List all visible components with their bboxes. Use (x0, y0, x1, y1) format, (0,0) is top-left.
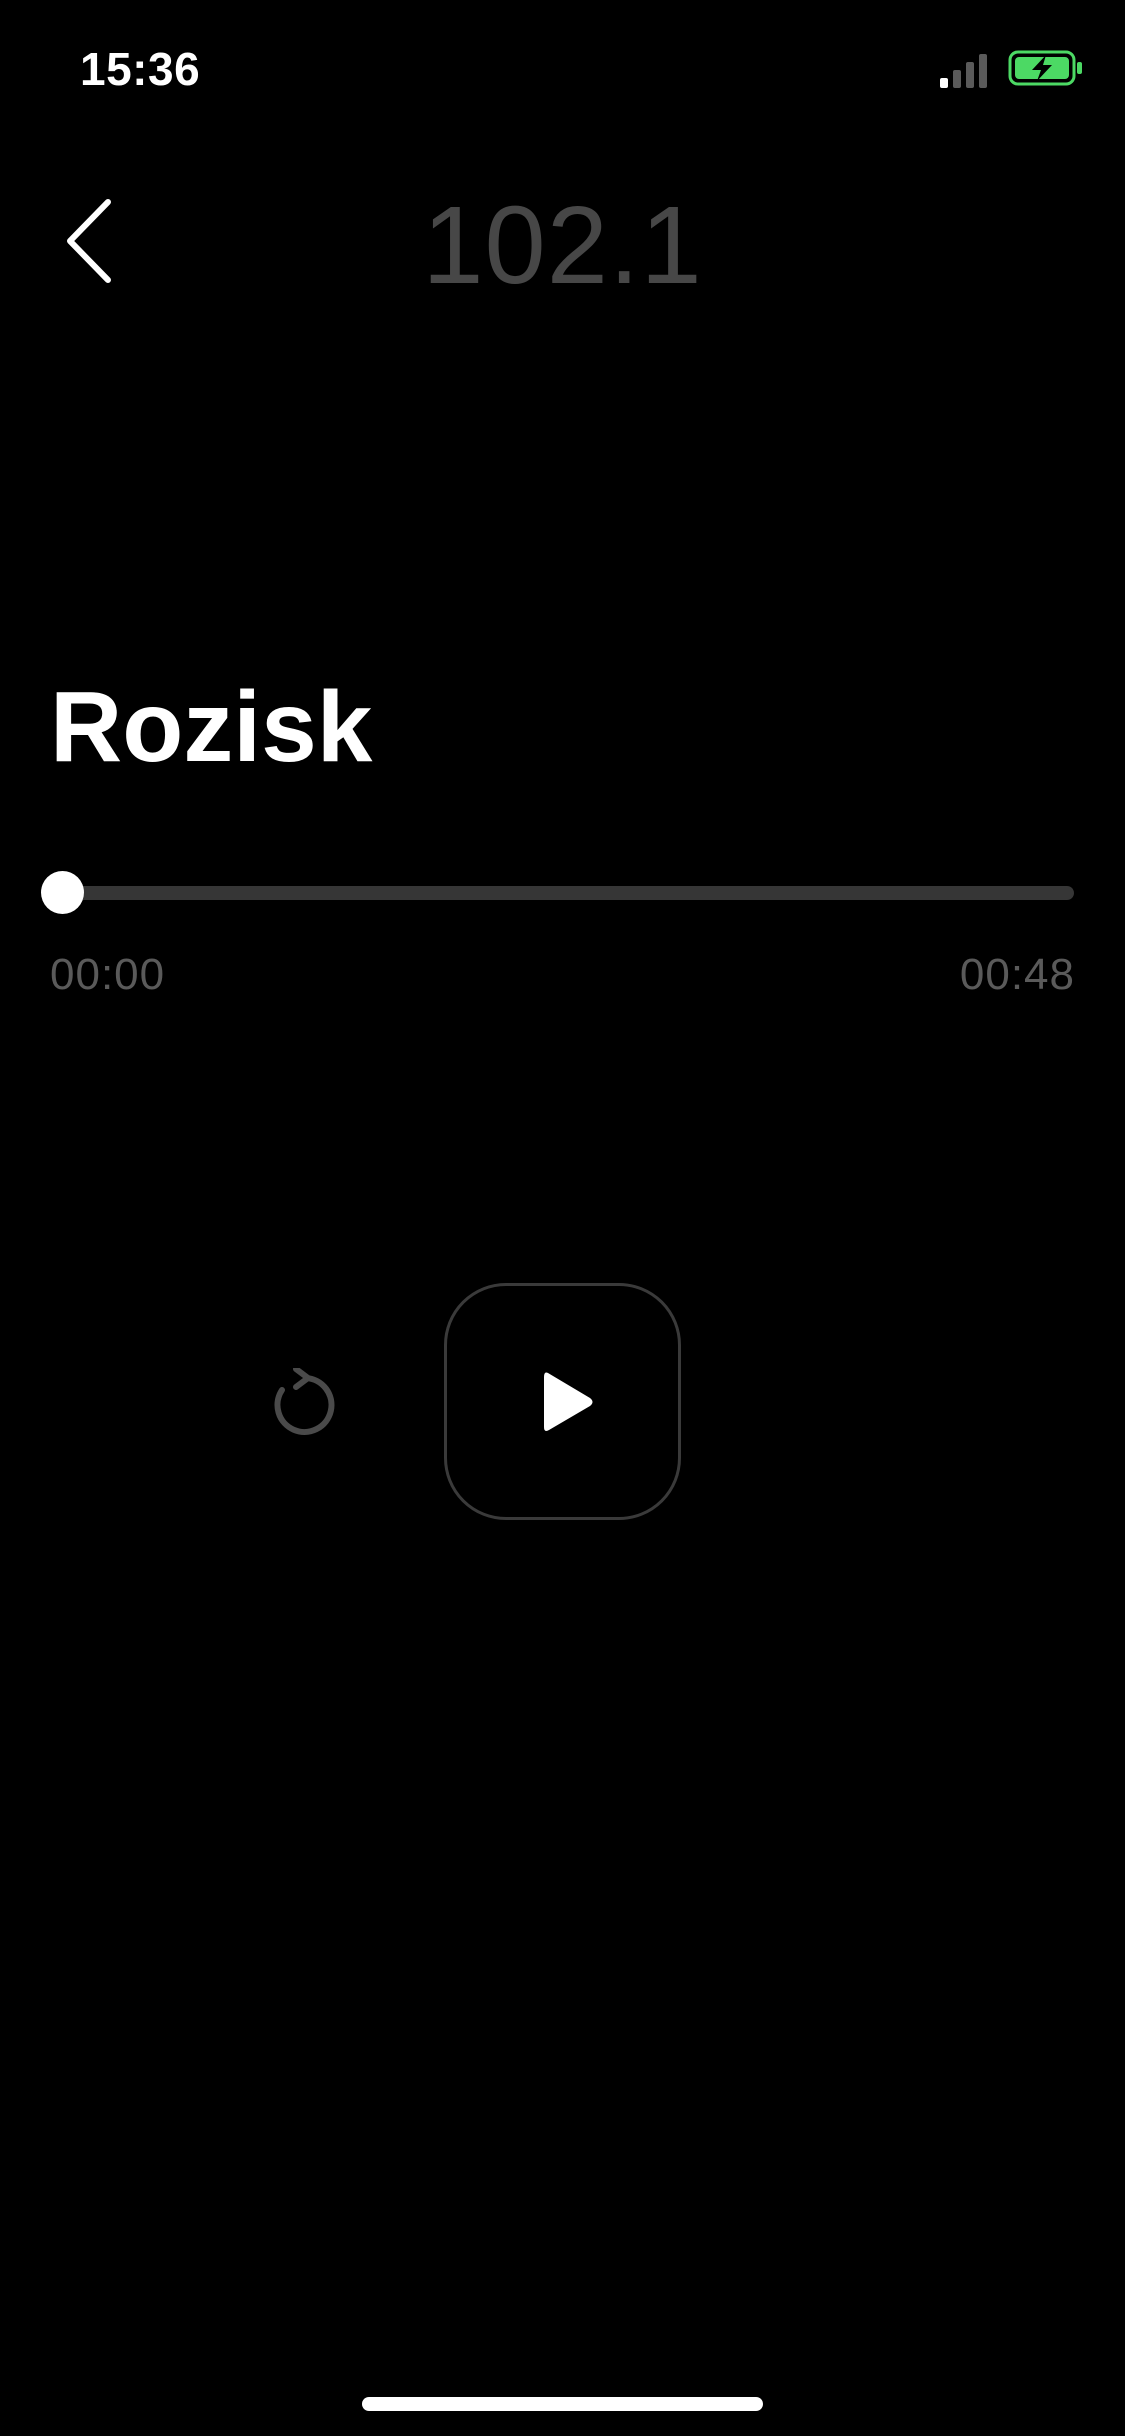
track-title: Rozisk (50, 671, 373, 783)
replay-button[interactable] (266, 1366, 336, 1438)
station-title: 102.1 (422, 184, 703, 307)
progress-thumb[interactable] (40, 871, 84, 914)
replay-icon (274, 1366, 335, 1435)
battery-charging-icon (1008, 50, 1082, 86)
current-time: 00:00 (50, 950, 166, 999)
play-button[interactable] (444, 1283, 681, 1520)
status-time: 15:36 (80, 43, 201, 95)
play-icon (544, 1372, 593, 1431)
total-time: 00:48 (959, 950, 1075, 999)
progress-bar[interactable] (62, 886, 1074, 900)
home-indicator[interactable] (362, 2397, 763, 2411)
cellular-signal-icon (940, 54, 987, 88)
